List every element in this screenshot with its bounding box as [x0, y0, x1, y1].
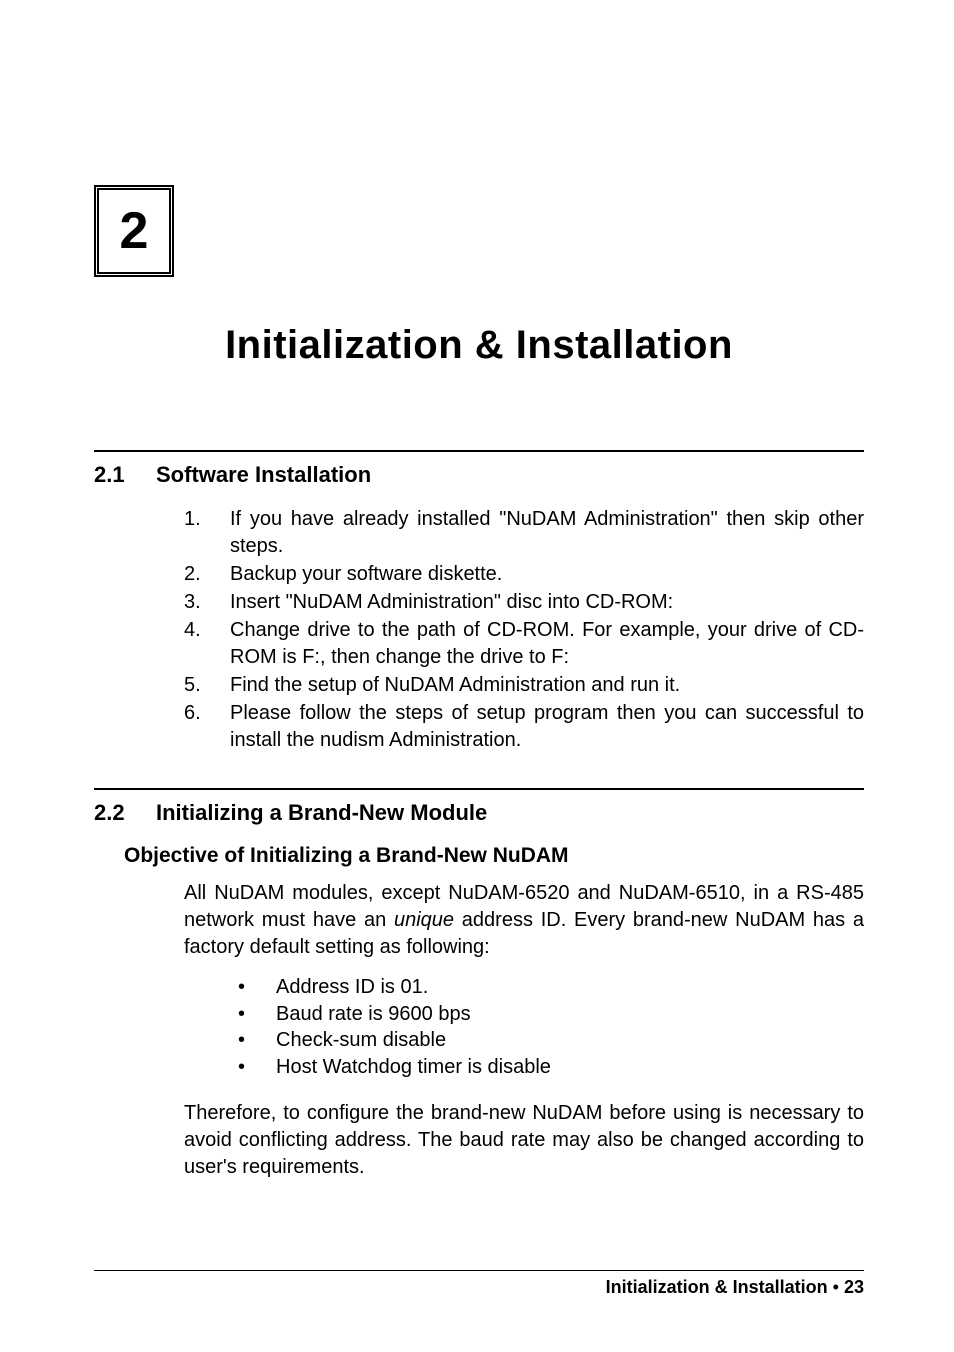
bullet-icon: •	[232, 1054, 276, 1080]
step-text: Change drive to the path of CD-ROM. For …	[230, 617, 864, 671]
bullet-text: Baud rate is 9600 bps	[276, 1001, 471, 1027]
list-item: •Address ID is 01.	[232, 974, 864, 1000]
section-header-2-2: 2.2Initializing a Brand-New Module	[94, 788, 864, 826]
body-paragraph: All NuDAM modules, except NuDAM-6520 and…	[184, 880, 864, 960]
body-paragraph: Therefore, to configure the brand-new Nu…	[184, 1100, 864, 1180]
default-settings-list: •Address ID is 01. •Baud rate is 9600 bp…	[232, 974, 864, 1080]
step-text: Backup your software diskette.	[230, 561, 864, 588]
step-number: 6.	[184, 700, 230, 754]
chapter-number: 2	[120, 201, 149, 261]
footer-separator: •	[828, 1277, 844, 1297]
list-item: 2.Backup your software diskette.	[184, 561, 864, 588]
step-number: 4.	[184, 617, 230, 671]
section-title: 2.2Initializing a Brand-New Module	[94, 800, 864, 826]
page-number: 23	[844, 1277, 864, 1297]
step-number: 3.	[184, 589, 230, 616]
step-number: 2.	[184, 561, 230, 588]
chapter-title: Initialization & Installation	[94, 323, 864, 368]
section-name-2-2: Initializing a Brand-New Module	[156, 800, 487, 825]
footer-title: Initialization & Installation	[606, 1277, 828, 1297]
bullet-text: Address ID is 01.	[276, 974, 428, 1000]
step-number: 5.	[184, 672, 230, 699]
step-number: 1.	[184, 506, 230, 560]
list-item: 4.Change drive to the path of CD-ROM. Fo…	[184, 617, 864, 671]
bullet-text: Host Watchdog timer is disable	[276, 1054, 551, 1080]
bullet-icon: •	[232, 1001, 276, 1027]
step-text: Please follow the steps of setup program…	[230, 700, 864, 754]
section-header-2-1: 2.1Software Installation	[94, 450, 864, 488]
subsection-title: Objective of Initializing a Brand-New Nu…	[124, 844, 864, 868]
italic-text: unique	[394, 909, 454, 931]
list-item: 6.Please follow the steps of setup progr…	[184, 700, 864, 754]
list-item: •Host Watchdog timer is disable	[232, 1054, 864, 1080]
list-item: 5.Find the setup of NuDAM Administration…	[184, 672, 864, 699]
page-footer: Initialization & Installation • 23	[94, 1270, 864, 1298]
installation-steps: 1.If you have already installed "NuDAM A…	[94, 506, 864, 754]
list-item: 1.If you have already installed "NuDAM A…	[184, 506, 864, 560]
section-number-2-2: 2.2	[94, 800, 156, 826]
list-item: •Check-sum disable	[232, 1027, 864, 1053]
chapter-number-box: 2	[94, 185, 174, 277]
bullet-text: Check-sum disable	[276, 1027, 446, 1053]
step-text: Insert "NuDAM Administration" disc into …	[230, 589, 864, 616]
section-name-2-1: Software Installation	[156, 462, 371, 487]
list-item: •Baud rate is 9600 bps	[232, 1001, 864, 1027]
section-number-2-1: 2.1	[94, 462, 156, 488]
bullet-icon: •	[232, 974, 276, 1000]
section-title: 2.1Software Installation	[94, 462, 864, 488]
bullet-icon: •	[232, 1027, 276, 1053]
step-text: Find the setup of NuDAM Administration a…	[230, 672, 864, 699]
step-text: If you have already installed "NuDAM Adm…	[230, 506, 864, 560]
list-item: 3.Insert "NuDAM Administration" disc int…	[184, 589, 864, 616]
